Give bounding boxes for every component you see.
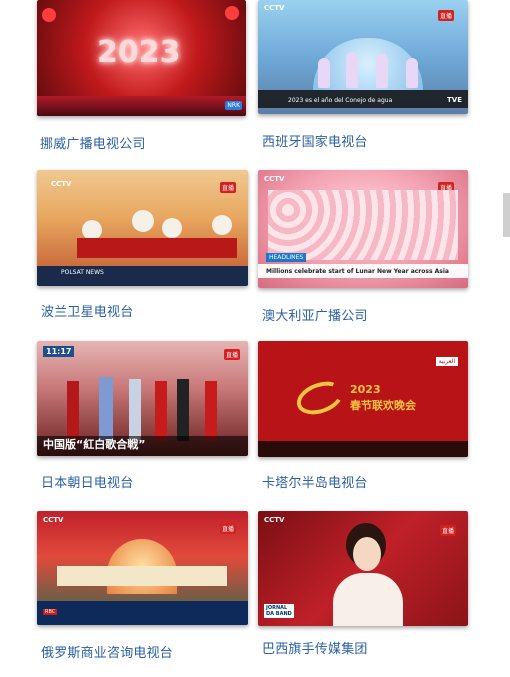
video-thumbnail[interactable]: CCTV 直播 JORNAL DA BAND [258, 511, 468, 626]
live-badge: 直播 [219, 182, 236, 193]
rbc-label: RBC [43, 609, 58, 615]
caption[interactable]: 挪威广播电视公司 [40, 133, 146, 152]
caption[interactable]: 波兰卫星电视台 [41, 301, 133, 320]
caption[interactable]: 澳大利亚广播公司 [262, 305, 368, 324]
live-badge: 直播 [223, 349, 240, 360]
headlines-label: HEADLINES [266, 253, 307, 262]
caption[interactable]: 卡塔尔半岛电视台 [262, 472, 368, 491]
scrollbar[interactable] [503, 193, 510, 237]
live-badge: 直播 [437, 10, 454, 21]
caption[interactable]: 日本朝日电视台 [41, 472, 133, 491]
caption[interactable]: 西班牙国家电视台 [262, 131, 368, 150]
video-thumbnail[interactable]: 2023 NRK [37, 0, 246, 116]
tve-logo: TVE [447, 96, 462, 104]
channel-badge: العربية [435, 357, 458, 366]
live-badge: 直播 [439, 525, 456, 536]
video-thumbnail[interactable]: 11:17 直播 中国版“紅白歌合戦” [37, 341, 248, 456]
band-logo: JORNAL DA BAND [264, 604, 294, 618]
channel-logo: CCTV [264, 516, 285, 524]
caption[interactable]: 巴西旗手传媒集团 [262, 638, 368, 657]
year-overlay: 2023 [97, 35, 181, 70]
logo-badge: NRK [225, 101, 242, 110]
live-badge: 直播 [219, 523, 236, 534]
japanese-caption: 中国版“紅白歌合戦” [43, 438, 146, 451]
video-thumbnail[interactable]: CCTV 直播 POLSAT NEWS [37, 170, 248, 286]
channel-logo: CCTV [264, 175, 285, 183]
time-badge: 11:17 [43, 346, 75, 357]
news-ticker: POLSAT NEWS [61, 269, 104, 276]
video-thumbnail[interactable]: CCTV 直播 2023 es el año del Conejo de agu… [258, 0, 468, 114]
year-text: 2023 [350, 383, 381, 396]
subtitle: 2023 es el año del Conejo de agua [288, 97, 393, 104]
channel-logo: CCTV [51, 180, 72, 188]
headline-text: Millions celebrate start of Lunar New Ye… [266, 268, 449, 275]
gala-title: 春节联欢晚会 [350, 399, 416, 412]
video-thumbnail[interactable]: العربية 2023 春节联欢晚会 [258, 341, 468, 457]
channel-logo: CCTV [264, 4, 285, 12]
video-thumbnail[interactable]: CCTV 直播 HEADLINES Millions celebrate sta… [258, 170, 468, 288]
video-thumbnail[interactable]: CCTV 直播 RBC [37, 511, 248, 625]
caption[interactable]: 俄罗斯商业咨询电视台 [41, 642, 173, 661]
channel-logo: CCTV [43, 516, 64, 524]
